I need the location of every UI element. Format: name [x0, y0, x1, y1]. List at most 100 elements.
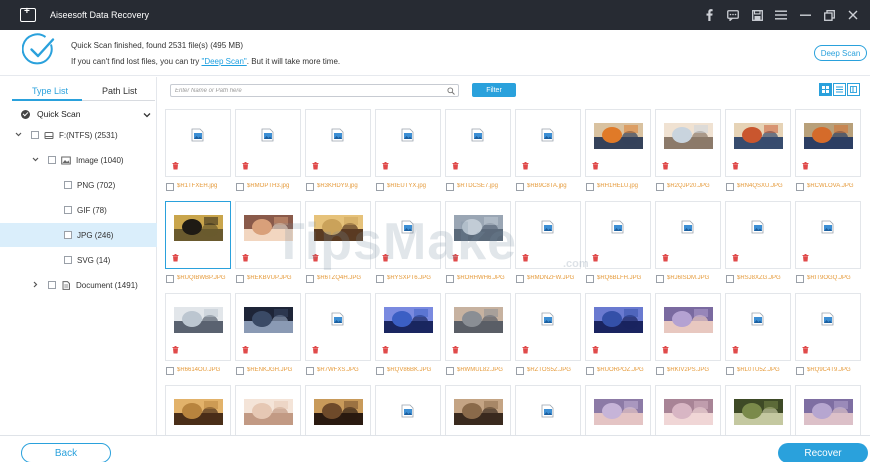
file-tile[interactable]: $RWMUL82.JPG — [445, 293, 511, 383]
file-thumbnail[interactable] — [515, 109, 581, 177]
file-thumbnail[interactable] — [305, 109, 371, 177]
file-tile[interactable] — [375, 385, 441, 435]
file-thumbnail[interactable] — [445, 385, 511, 435]
file-thumbnail[interactable] — [445, 109, 511, 177]
list-view-icon[interactable] — [833, 83, 846, 96]
file-tile[interactable] — [655, 385, 721, 435]
save-icon[interactable] — [750, 8, 764, 22]
chevron-right-icon[interactable] — [30, 281, 40, 290]
file-tile[interactable] — [305, 385, 371, 435]
file-thumbnail[interactable] — [375, 109, 441, 177]
file-thumbnail[interactable] — [375, 201, 441, 269]
recover-button[interactable]: Recover — [778, 443, 868, 462]
file-tile[interactable] — [515, 385, 581, 435]
file-checkbox[interactable] — [586, 367, 594, 375]
file-checkbox[interactable] — [586, 183, 594, 191]
tree-checkbox[interactable] — [64, 206, 72, 214]
file-checkbox[interactable] — [796, 275, 804, 283]
menu-icon[interactable] — [774, 8, 788, 22]
search-icon[interactable] — [447, 87, 455, 95]
file-checkbox[interactable] — [236, 367, 244, 375]
file-thumbnail[interactable] — [235, 293, 301, 361]
tree-item-svg[interactable]: SVG (14) — [0, 248, 157, 272]
chat-icon[interactable] — [726, 8, 740, 22]
file-thumbnail[interactable] — [235, 385, 301, 435]
tree-checkbox[interactable] — [64, 231, 72, 239]
tree-checkbox[interactable] — [64, 256, 72, 264]
file-tile[interactable]: $RJ6ISDM.JPG — [655, 201, 721, 291]
tree-item-gif[interactable]: GIF (78) — [0, 198, 157, 222]
minimize-icon[interactable] — [798, 8, 812, 22]
file-thumbnail[interactable] — [655, 385, 721, 435]
chevron-down-icon[interactable] — [13, 131, 23, 140]
file-thumbnail[interactable] — [515, 385, 581, 435]
back-button[interactable]: Back — [21, 443, 111, 462]
search-box[interactable] — [170, 84, 459, 97]
file-tile[interactable]: $RORHWH6.JPG — [445, 201, 511, 291]
facebook-icon[interactable] — [702, 8, 716, 22]
file-tile[interactable]: $R2QJP20.JPG — [655, 109, 721, 199]
file-checkbox[interactable] — [166, 183, 174, 191]
file-checkbox[interactable] — [516, 183, 524, 191]
file-thumbnail[interactable] — [235, 201, 301, 269]
file-checkbox[interactable] — [796, 183, 804, 191]
file-checkbox[interactable] — [656, 183, 664, 191]
scan-mode-select[interactable]: Quick Scan — [0, 104, 157, 124]
file-thumbnail[interactable] — [445, 201, 511, 269]
file-thumbnail[interactable] — [375, 385, 441, 435]
close-icon[interactable] — [846, 8, 860, 22]
file-thumbnail[interactable] — [305, 293, 371, 361]
file-checkbox[interactable] — [656, 367, 664, 375]
tree-checkbox[interactable] — [48, 156, 56, 164]
file-tile[interactable]: $RB9C8TA.jpg — [515, 109, 581, 199]
file-tile[interactable]: $R6TZQ4H.JPG — [305, 201, 371, 291]
file-thumbnail[interactable] — [305, 201, 371, 269]
file-thumbnail[interactable] — [655, 201, 721, 269]
file-thumbnail[interactable] — [795, 109, 861, 177]
file-checkbox[interactable] — [446, 275, 454, 283]
chevron-down-icon[interactable] — [30, 156, 40, 165]
file-tile[interactable] — [165, 385, 231, 435]
file-thumbnail[interactable] — [795, 385, 861, 435]
grid-view-icon[interactable] — [819, 83, 832, 96]
file-checkbox[interactable] — [306, 183, 314, 191]
file-thumbnail[interactable] — [375, 293, 441, 361]
file-tile[interactable]: $RMOPTH3.jpg — [235, 109, 301, 199]
file-thumbnail[interactable] — [165, 201, 231, 269]
file-checkbox[interactable] — [446, 183, 454, 191]
tree-item-png[interactable]: PNG (702) — [0, 173, 157, 197]
file-thumbnail[interactable] — [165, 109, 231, 177]
file-tile[interactable]: $RYSXPT6.JPG — [375, 201, 441, 291]
file-tile[interactable] — [585, 385, 651, 435]
tree-checkbox[interactable] — [64, 181, 72, 189]
file-tile[interactable]: $RQV86BK.JPG — [375, 293, 441, 383]
file-tile[interactable]: $RTDCSE7.jpg — [445, 109, 511, 199]
file-thumbnail[interactable] — [725, 109, 791, 177]
file-checkbox[interactable] — [726, 183, 734, 191]
file-checkbox[interactable] — [586, 275, 594, 283]
file-tile[interactable]: $RCWLOVA.JPG — [795, 109, 861, 199]
file-checkbox[interactable] — [726, 367, 734, 375]
tree-checkbox[interactable] — [31, 131, 39, 139]
file-thumbnail[interactable] — [795, 293, 861, 361]
file-thumbnail[interactable] — [795, 201, 861, 269]
file-tile[interactable] — [795, 385, 861, 435]
file-thumbnail[interactable] — [585, 385, 651, 435]
file-thumbnail[interactable] — [165, 293, 231, 361]
file-checkbox[interactable] — [446, 367, 454, 375]
file-checkbox[interactable] — [306, 367, 314, 375]
tree-item-jpg[interactable]: JPG (246) — [0, 223, 157, 247]
file-thumbnail[interactable] — [725, 201, 791, 269]
file-thumbnail[interactable] — [305, 385, 371, 435]
file-checkbox[interactable] — [796, 367, 804, 375]
file-tile[interactable]: $REKBVUP.JPG — [235, 201, 301, 291]
file-checkbox[interactable] — [376, 367, 384, 375]
file-tile[interactable]: $RN4QSXU.JPG — [725, 109, 791, 199]
file-tile[interactable] — [445, 385, 511, 435]
file-tile[interactable]: $R6614OU.JPG — [165, 293, 231, 383]
file-thumbnail[interactable] — [585, 293, 651, 361]
file-tile[interactable]: $RKIV2PS.JPG — [655, 293, 721, 383]
file-thumbnail[interactable] — [445, 293, 511, 361]
file-thumbnail[interactable] — [655, 109, 721, 177]
file-tile[interactable] — [235, 385, 301, 435]
